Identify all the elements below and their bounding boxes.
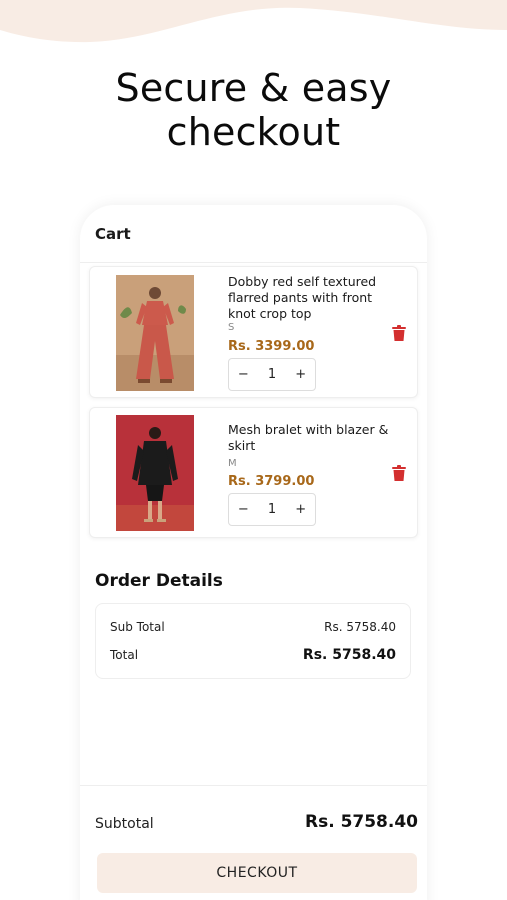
total-value: Rs. 5758.40 [302, 647, 396, 663]
quantity-stepper: − 1 + [228, 358, 316, 391]
item-price: Rs. 3799.00 [228, 474, 315, 489]
cart-item: Mesh bralet with blazer & skirt M Rs. 37… [89, 407, 418, 538]
decrement-button[interactable]: − [229, 367, 258, 382]
trash-icon[interactable] [392, 325, 406, 341]
item-name: Dobby red self textured flarred pants wi… [228, 274, 377, 321]
order-details-title: Order Details [95, 571, 223, 591]
item-size: M [228, 458, 237, 469]
item-name: Mesh bralet with blazer & skirt [228, 422, 389, 453]
product-image-red-pants-set[interactable] [116, 275, 194, 391]
item-size: S [228, 322, 235, 333]
quantity-value: 1 [267, 367, 277, 382]
sub-total-label: Sub Total [110, 620, 165, 634]
total-label: Total [110, 648, 139, 662]
decrement-button[interactable]: − [229, 502, 258, 517]
quantity-value: 1 [267, 502, 277, 517]
checkout-button[interactable]: CHECKOUT [97, 853, 417, 893]
total-row: Total Rs. 5758.40 [110, 647, 396, 663]
headline-line-1: Secure & easy [115, 66, 392, 110]
footer-divider [80, 785, 427, 786]
increment-button[interactable]: + [286, 502, 315, 517]
cart-header: Cart [80, 205, 427, 263]
cart-item: Dobby red self textured flarred pants wi… [89, 266, 418, 398]
phone-screen: Cart Dobby red self textured flarred pan… [80, 205, 427, 900]
sub-total-value: Rs. 5758.40 [324, 620, 396, 634]
cart-title: Cart [95, 224, 131, 243]
order-summary-card: Sub Total Rs. 5758.40 Total Rs. 5758.40 [95, 603, 411, 679]
item-price: Rs. 3399.00 [228, 339, 315, 354]
promo-headline: Secure & easy checkout [0, 66, 507, 154]
sub-total-row: Sub Total Rs. 5758.40 [110, 620, 396, 634]
trash-icon[interactable] [392, 465, 406, 481]
increment-button[interactable]: + [286, 367, 315, 382]
footer-subtotal-label: Subtotal [95, 816, 154, 832]
quantity-stepper: − 1 + [228, 493, 316, 526]
headline-line-2: checkout [166, 110, 341, 154]
decorative-top-wave [0, 0, 507, 43]
footer-subtotal-value: Rs. 5758.40 [304, 812, 418, 832]
product-image-mesh-bralet-blazer[interactable] [116, 415, 194, 531]
